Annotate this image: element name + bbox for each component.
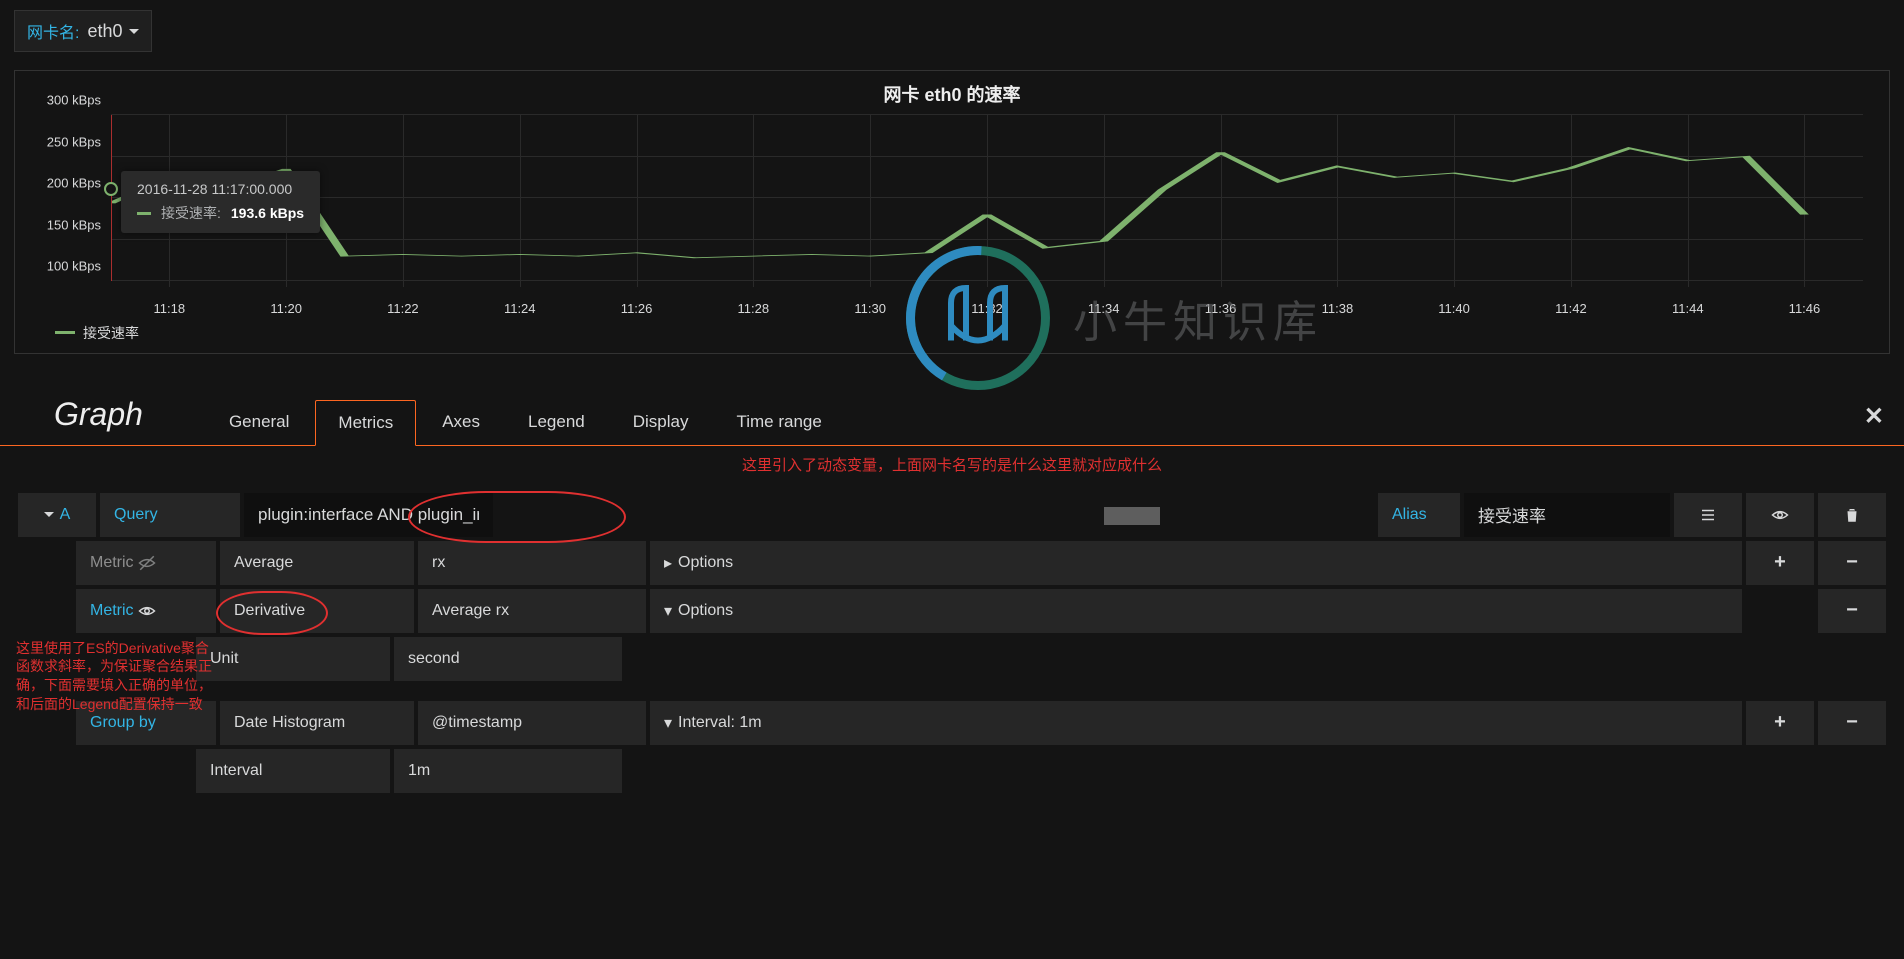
tab-display[interactable]: Display bbox=[611, 400, 711, 445]
panel-editor: Graph General Metrics Axes Legend Displa… bbox=[0, 388, 1904, 793]
tooltip-timestamp: 2016-11-28 11:17:00.000 bbox=[137, 181, 304, 197]
template-variable-dropdown[interactable]: 网卡名: eth0 bbox=[14, 10, 152, 52]
editor-tabs: General Metrics Axes Legend Display Time… bbox=[207, 400, 844, 445]
trash-icon bbox=[1843, 506, 1861, 524]
query-input[interactable] bbox=[244, 493, 493, 537]
metric2-label: Metric bbox=[76, 589, 216, 633]
chevron-down-icon bbox=[129, 29, 139, 34]
tab-metrics[interactable]: Metrics bbox=[315, 400, 416, 446]
eye-off-icon bbox=[138, 554, 156, 572]
groupby-options-toggle[interactable]: ▾Interval: 1m bbox=[650, 701, 1742, 745]
groupby-interval-label: Interval bbox=[196, 749, 390, 793]
close-editor-button[interactable]: ✕ bbox=[1864, 388, 1890, 445]
y-tick: 100 kBps bbox=[47, 259, 101, 274]
alias-input[interactable] bbox=[1464, 493, 1670, 537]
template-variable-value: eth0 bbox=[87, 21, 122, 42]
chart-line bbox=[111, 115, 1863, 281]
tab-axes[interactable]: Axes bbox=[420, 400, 502, 445]
y-tick: 300 kBps bbox=[47, 93, 101, 108]
groupby-remove-button[interactable]: − bbox=[1818, 701, 1886, 745]
x-tick: 11:40 bbox=[1438, 301, 1470, 316]
metric1-add-button[interactable]: + bbox=[1746, 541, 1814, 585]
groupby-field-select[interactable]: @timestamp bbox=[418, 701, 646, 745]
legend-label: 接受速率 bbox=[83, 323, 139, 343]
legend-item[interactable]: 接受速率 bbox=[55, 323, 139, 343]
eye-icon bbox=[1771, 506, 1789, 524]
hover-point bbox=[104, 182, 118, 196]
x-tick: 11:18 bbox=[154, 301, 186, 316]
template-variable-label: 网卡名: bbox=[27, 19, 79, 43]
metric2-unit-label: Unit bbox=[196, 637, 390, 681]
alias-label: Alias bbox=[1378, 493, 1460, 537]
query-letter: A bbox=[60, 506, 71, 524]
chart-panel: 网卡 eth0 的速率 100 kBps 150 kBps 200 kBps 2… bbox=[14, 70, 1890, 354]
x-tick: 11:26 bbox=[621, 301, 653, 316]
x-tick: 11:46 bbox=[1789, 301, 1821, 316]
redacted-host bbox=[1104, 507, 1160, 525]
x-tick: 11:44 bbox=[1672, 301, 1704, 316]
annotation-derivative-hint: 这里使用了ES的Derivative聚合函数求斜率，为保证聚合结果正确，下面需要… bbox=[16, 639, 220, 715]
metric2-agg-select[interactable]: Derivative bbox=[220, 589, 414, 633]
metric1-label: Metric bbox=[76, 541, 216, 585]
groupby-add-button[interactable]: + bbox=[1746, 701, 1814, 745]
tooltip-series-value: 193.6 kBps bbox=[231, 205, 304, 221]
chevron-down-icon bbox=[44, 512, 54, 517]
hover-line bbox=[111, 115, 112, 281]
x-tick: 11:36 bbox=[1205, 301, 1237, 316]
y-tick: 150 kBps bbox=[47, 217, 101, 232]
x-tick: 11:38 bbox=[1322, 301, 1354, 316]
metric1-remove-button[interactable]: − bbox=[1818, 541, 1886, 585]
y-axis: 100 kBps 150 kBps 200 kBps 250 kBps 300 … bbox=[15, 115, 105, 281]
metric2-options-toggle[interactable]: ▾Options bbox=[650, 589, 1742, 633]
legend-swatch bbox=[55, 331, 75, 334]
query-label: Query bbox=[100, 493, 240, 537]
groupby-interval-select[interactable]: 1m bbox=[394, 749, 622, 793]
chart-tooltip: 2016-11-28 11:17:00.000 接受速率: 193.6 kBps bbox=[121, 171, 320, 233]
x-tick: 11:42 bbox=[1555, 301, 1587, 316]
chart-legend: 接受速率 bbox=[15, 315, 1889, 353]
x-tick: 11:20 bbox=[270, 301, 302, 316]
metric1-agg-select[interactable]: Average bbox=[220, 541, 414, 585]
metric1-field-select[interactable]: rx bbox=[418, 541, 646, 585]
x-tick: 11:22 bbox=[387, 301, 419, 316]
plot-area: 2016-11-28 11:17:00.000 接受速率: 193.6 kBps… bbox=[111, 115, 1863, 281]
query-visibility-button[interactable] bbox=[1746, 493, 1814, 537]
query-delete-button[interactable] bbox=[1818, 493, 1886, 537]
tab-time-range[interactable]: Time range bbox=[714, 400, 843, 445]
tooltip-series-swatch bbox=[137, 212, 151, 215]
x-tick: 11:24 bbox=[504, 301, 536, 316]
x-tick: 11:30 bbox=[854, 301, 886, 316]
y-tick: 200 kBps bbox=[47, 176, 101, 191]
editor-title: Graph bbox=[14, 396, 167, 445]
tab-legend[interactable]: Legend bbox=[506, 400, 607, 445]
y-tick: 250 kBps bbox=[47, 134, 101, 149]
x-tick: 11:34 bbox=[1088, 301, 1120, 316]
query-toggle[interactable]: A bbox=[18, 493, 96, 537]
tooltip-series-name: 接受速率: bbox=[161, 203, 221, 223]
groupby-agg-select[interactable]: Date Histogram bbox=[220, 701, 414, 745]
eye-icon bbox=[138, 602, 156, 620]
metric2-remove-button[interactable]: − bbox=[1818, 589, 1886, 633]
query-menu-button[interactable] bbox=[1674, 493, 1742, 537]
metric2-field-select[interactable]: Average rx bbox=[418, 589, 646, 633]
annotation-variable-hint: 这里引入了动态变量，上面网卡名写的是什么这里就对应成什么 bbox=[0, 454, 1904, 475]
metric2-unit-select[interactable]: second bbox=[394, 637, 622, 681]
x-tick: 11:28 bbox=[737, 301, 769, 316]
metric1-options-toggle[interactable]: ▸Options bbox=[650, 541, 1742, 585]
menu-icon bbox=[1699, 506, 1717, 524]
tab-general[interactable]: General bbox=[207, 400, 311, 445]
panel-title: 网卡 eth0 的速率 bbox=[15, 71, 1889, 115]
x-tick: 11:32 bbox=[971, 301, 1003, 316]
chart-area[interactable]: 100 kBps 150 kBps 200 kBps 250 kBps 300 … bbox=[15, 115, 1871, 315]
